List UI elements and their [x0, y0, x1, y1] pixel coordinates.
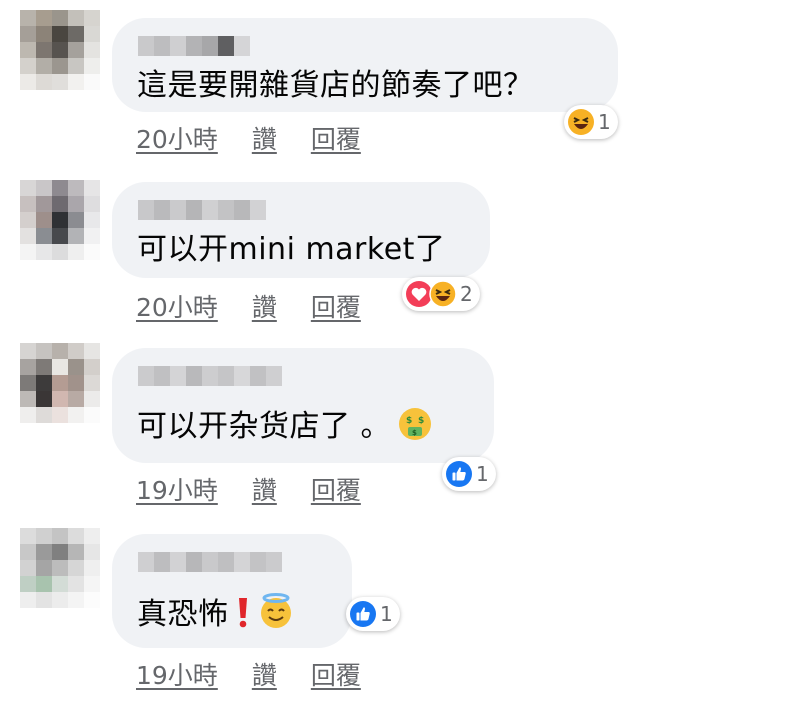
timestamp-link[interactable]: 19小時: [136, 471, 218, 507]
comment-actions: 20小時 讚 回覆: [136, 288, 361, 324]
reaction-count: 1: [598, 110, 611, 134]
comment-text: 可以开mini market了: [137, 232, 446, 267]
svg-text:$: $: [406, 416, 413, 426]
comment-text: 真恐怖: [137, 592, 295, 635]
comment-bubble: 真恐怖: [112, 534, 352, 648]
comment-actions: 19小時 讚 回覆: [136, 471, 361, 507]
like-button[interactable]: 讚: [252, 288, 277, 324]
svg-text:$: $: [418, 416, 425, 426]
timestamp-link[interactable]: 20小時: [136, 288, 218, 324]
haha-icon: [568, 109, 594, 135]
avatar[interactable]: [20, 343, 100, 423]
comment-text: 這是要開雜貨店的節奏了吧？: [137, 68, 534, 103]
blurred-author-name[interactable]: [138, 552, 282, 572]
like-button[interactable]: 讚: [252, 471, 277, 507]
haha-icon: [429, 280, 457, 308]
blurred-author-name[interactable]: [138, 36, 250, 56]
blurred-author-name[interactable]: [138, 200, 266, 220]
reaction-summary[interactable]: 1: [346, 597, 400, 631]
avatar[interactable]: [20, 528, 100, 608]
reaction-summary[interactable]: 1: [564, 105, 618, 139]
comment-bubble: 這是要開雜貨店的節奏了吧？: [112, 18, 618, 112]
reply-button[interactable]: 回覆: [311, 288, 361, 324]
comment-actions: 19小時 讚 回覆: [136, 656, 361, 692]
reaction-count: 1: [476, 462, 489, 486]
comment-text-content: 真恐怖: [137, 597, 229, 632]
reaction-summary[interactable]: 2: [402, 277, 480, 311]
like-icon: [350, 601, 376, 627]
comment-text-content: 可以开杂货店了 。: [137, 409, 392, 444]
reaction-count: 2: [460, 282, 473, 306]
reaction-count: 1: [380, 602, 393, 626]
timestamp-link[interactable]: 20小時: [136, 120, 218, 156]
reply-button[interactable]: 回覆: [311, 656, 361, 692]
avatar[interactable]: [20, 180, 100, 260]
money-mouth-face-icon: $ $ $: [399, 408, 432, 440]
red-exclamation-icon: [238, 598, 247, 628]
blurred-author-name[interactable]: [138, 366, 282, 386]
reply-button[interactable]: 回覆: [311, 471, 361, 507]
like-button[interactable]: 讚: [252, 656, 277, 692]
comment-text: 可以开杂货店了 。 $ $ $: [137, 406, 433, 447]
comment-bubble: 可以开mini market了: [112, 182, 490, 278]
avatar[interactable]: [20, 10, 100, 90]
like-icon: [446, 461, 472, 487]
comment-bubble: 可以开杂货店了 。 $ $ $: [112, 348, 494, 463]
reaction-summary[interactable]: 1: [442, 457, 496, 491]
svg-text:$: $: [412, 429, 417, 437]
smiling-halo-face-icon: [260, 593, 291, 628]
comment-actions: 20小時 讚 回覆: [136, 120, 361, 156]
like-button[interactable]: 讚: [252, 120, 277, 156]
reply-button[interactable]: 回覆: [311, 120, 361, 156]
timestamp-link[interactable]: 19小時: [136, 656, 218, 692]
